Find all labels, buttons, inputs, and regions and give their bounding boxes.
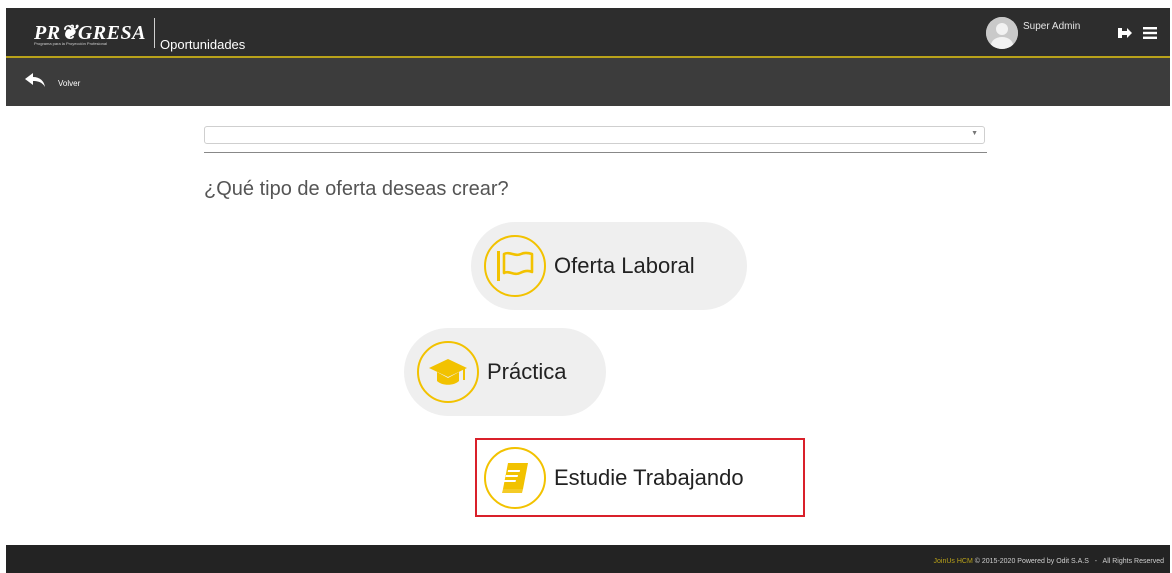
back-label[interactable]: Volver xyxy=(58,79,80,88)
back-button[interactable] xyxy=(24,71,48,93)
option-label: Práctica xyxy=(487,359,567,384)
footer-separator: - xyxy=(1094,558,1098,565)
hamburger-menu-icon xyxy=(1143,27,1157,39)
sub-navigation-bar: Volver xyxy=(6,58,1170,106)
avatar-icon xyxy=(986,17,1018,49)
offer-type-question: ¿Qué tipo de oferta deseas crear? xyxy=(204,178,509,200)
option-label: Estudie Trabajando xyxy=(554,465,744,490)
option-icon-circle xyxy=(484,235,546,297)
logo-tagline: Programa para la Proyección Profesional xyxy=(34,41,107,46)
menu-button[interactable] xyxy=(1141,24,1159,42)
option-estudie-trabajando[interactable]: Estudie Trabajando xyxy=(471,441,803,515)
divider xyxy=(204,152,987,153)
footer-rights: All Rights Reserved xyxy=(1102,558,1164,565)
chevron-down-icon: ▼ xyxy=(971,130,978,137)
footer-text: JoinUs HCM © 2015-2020 Powered by Odit S… xyxy=(934,558,1164,565)
book-icon xyxy=(502,463,528,493)
option-label: Oferta Laboral xyxy=(554,253,695,278)
top-header: PR❦GRESA Programa para la Proyección Pro… xyxy=(6,8,1170,58)
offer-select[interactable]: ▼ xyxy=(204,126,985,144)
module-title: Oportunidades xyxy=(160,37,246,52)
footer-brand-link[interactable]: JoinUs HCM xyxy=(934,558,973,565)
user-avatar[interactable] xyxy=(986,17,1018,49)
option-practica[interactable]: Práctica xyxy=(404,328,606,416)
back-arrow-icon xyxy=(25,73,45,87)
option-icon-circle xyxy=(417,341,479,403)
user-name[interactable]: Super Admin xyxy=(1023,21,1080,32)
logout-button[interactable] xyxy=(1116,24,1134,42)
logout-icon xyxy=(1118,28,1132,38)
flag-icon xyxy=(497,251,534,281)
option-icon-circle xyxy=(484,447,546,509)
footer-copyright: © 2015-2020 Powered by Odit S.A.S xyxy=(974,558,1089,565)
footer: JoinUs HCM © 2015-2020 Powered by Odit S… xyxy=(6,545,1170,573)
option-oferta-laboral[interactable]: Oferta Laboral xyxy=(471,222,747,310)
header-separator xyxy=(154,18,155,48)
graduation-cap-icon xyxy=(429,359,467,385)
